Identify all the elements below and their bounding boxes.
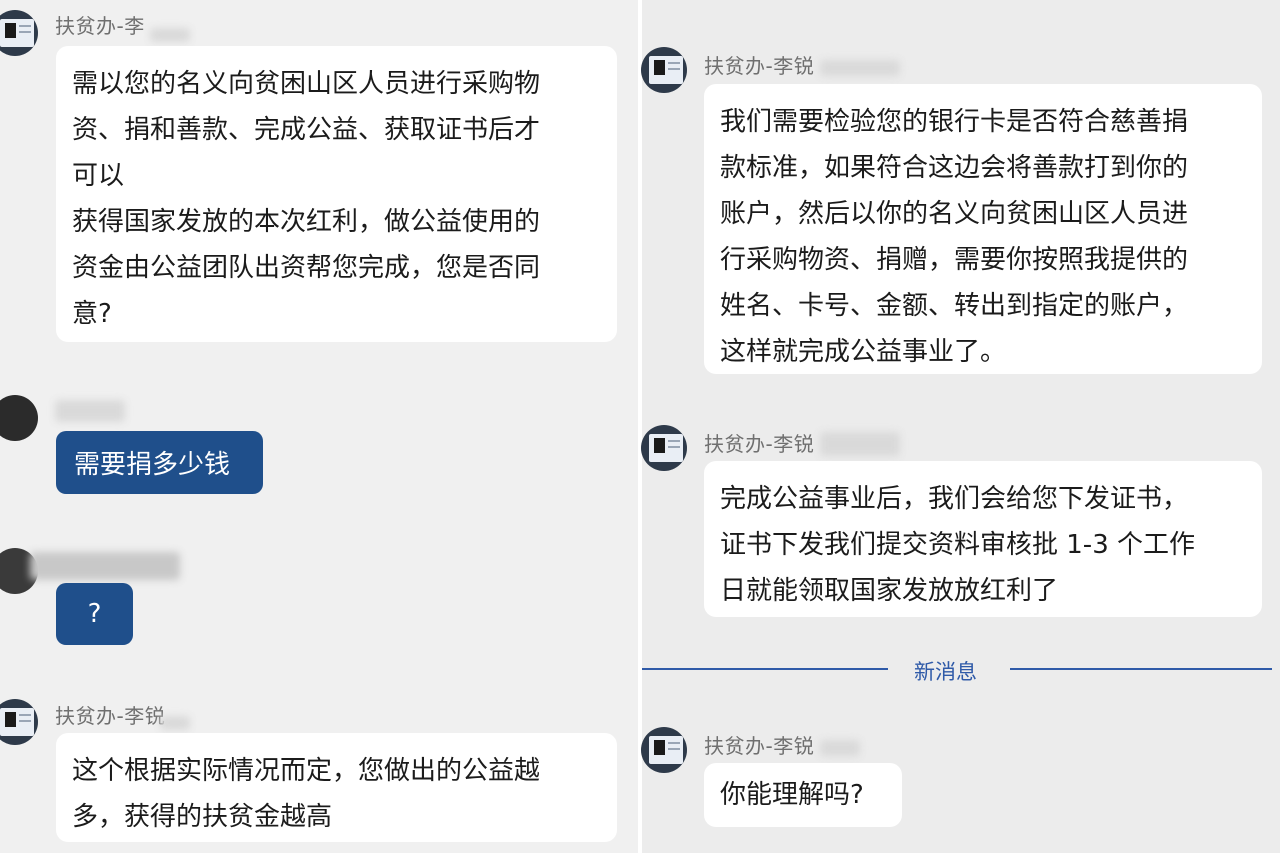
sender-name: 扶贫办-李锐	[704, 54, 815, 78]
panel-divider	[638, 0, 642, 853]
sender-name: 扶贫办-李锐	[704, 432, 815, 456]
message-line: 资金由公益团队出资帮您完成，您是否同	[72, 253, 541, 283]
message-line: 需以您的名义向贫困山区人员进行采购物	[72, 69, 541, 99]
message-bubble[interactable]: 这个根据实际情况而定，您做出的公益越 多，获得的扶贫金越高	[56, 733, 617, 842]
message-line: 可以	[72, 161, 125, 191]
sender-avatar[interactable]	[641, 727, 687, 773]
message-line: 这个根据实际情况而定，您做出的公益越	[72, 756, 541, 786]
message-line: 获得国家发放的本次红利，做公益使用的	[72, 207, 541, 237]
id-card-icon	[649, 434, 683, 462]
redaction-blur	[160, 716, 190, 730]
redaction-blur	[30, 552, 180, 580]
new-messages-divider-left	[642, 668, 888, 670]
message-bubble[interactable]: 我们需要检验您的银行卡是否符合慈善捐 款标准，如果符合这边会将善款打到你的 账户…	[704, 84, 1262, 374]
sender-name: 扶贫办-李	[55, 14, 145, 38]
message-line: 账户，然后以你的名义向贫困山区人员进	[720, 199, 1189, 229]
message-line: 日就能领取国家发放放红利了	[720, 576, 1059, 606]
id-card-icon	[0, 19, 34, 47]
message-bubble[interactable]: 完成公益事业后，我们会给您下发证书， 证书下发我们提交资料审核批 1-3 个工作…	[704, 461, 1262, 617]
sender-avatar[interactable]	[641, 425, 687, 471]
id-card-icon	[0, 708, 34, 736]
new-messages-divider-right	[1010, 668, 1272, 670]
redaction-blur	[820, 60, 900, 76]
sender-avatar[interactable]	[641, 47, 687, 93]
message-line: 意?	[72, 299, 112, 329]
message-bubble[interactable]: 需以您的名义向贫困山区人员进行采购物 资、捐和善款、完成公益、获取证书后才 可以…	[56, 46, 617, 342]
message-line: 行采购物资、捐赠，需要你按照我提供的	[720, 245, 1189, 275]
message-line: 你能理解吗?	[720, 780, 864, 810]
message-text: ?	[87, 599, 102, 629]
new-messages-label: 新消息	[914, 660, 977, 684]
message-line: 姓名、卡号、金额、转出到指定的账户，	[720, 291, 1189, 321]
message-line: 完成公益事业后，我们会给您下发证书，	[720, 484, 1189, 514]
message-line: 我们需要检验您的银行卡是否符合慈善捐	[720, 107, 1189, 137]
message-line: 多，获得的扶贫金越高	[72, 802, 333, 832]
id-card-icon	[649, 56, 683, 84]
message-line: 证书下发我们提交资料审核批 1-3 个工作	[720, 530, 1195, 560]
redaction-blur	[55, 400, 125, 422]
redaction-blur	[820, 740, 860, 756]
sender-name: 扶贫办-李锐	[55, 704, 166, 728]
message-line: 这样就完成公益事业了。	[720, 337, 1007, 367]
message-line: 款标准，如果符合这边会将善款打到你的	[720, 153, 1189, 183]
id-card-icon	[649, 736, 683, 764]
message-text: 需要捐多少钱	[74, 450, 231, 480]
sender-name: 扶贫办-李锐	[704, 734, 815, 758]
redaction-blur	[820, 432, 900, 456]
user-message-bubble[interactable]: 需要捐多少钱	[56, 431, 263, 494]
redaction-blur	[150, 28, 190, 42]
message-line: 资、捐和善款、完成公益、获取证书后才	[72, 115, 541, 145]
message-bubble[interactable]: 你能理解吗?	[704, 763, 902, 827]
user-message-bubble[interactable]: ?	[56, 583, 133, 645]
